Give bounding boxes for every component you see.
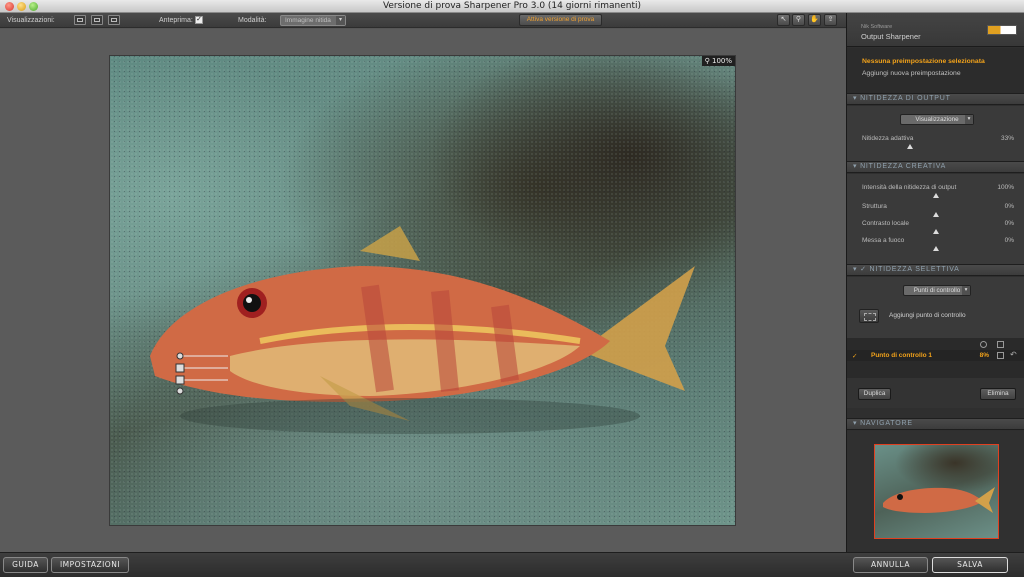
preview-image[interactable]: ⚲ 100% xyxy=(110,56,735,525)
navigator-thumbnail[interactable] xyxy=(874,444,999,539)
control-points-list: ✓ Punto di controllo 1 8% ↶ xyxy=(847,338,1024,378)
side-panel: Nik Software Output Sharpener Nessuna pr… xyxy=(846,13,1024,552)
section-selective-title: NITIDEZZA SELETTIVA xyxy=(869,266,960,273)
control-point-row[interactable]: ✓ Punto di controllo 1 8% ↶ xyxy=(847,350,1024,361)
control-point-tool-icon[interactable]: ⇪ xyxy=(824,14,837,26)
save-button[interactable]: SALVA xyxy=(932,557,1008,573)
presets-section: Nessuna preimpostazione selezionata Aggi… xyxy=(847,48,1024,93)
brand-header: Nik Software Output Sharpener xyxy=(847,13,1024,47)
duplicate-button[interactable]: Duplica xyxy=(858,388,891,400)
delete-button[interactable]: Elimina xyxy=(980,388,1016,400)
selective-enable-check[interactable]: ✓ xyxy=(860,266,867,273)
help-button[interactable]: GUIDA xyxy=(3,557,48,573)
output-display-value: Visualizzazione xyxy=(915,116,959,123)
app-window: Versione di prova Sharpener Pro 3.0 (14 … xyxy=(0,0,1024,577)
chevron-down-icon: ▾ xyxy=(962,286,970,295)
single-view-button[interactable] xyxy=(74,15,86,25)
control-point-marker[interactable] xyxy=(173,346,233,396)
control-point-value: 8% xyxy=(979,352,989,359)
preview-checkbox[interactable]: ✓ xyxy=(195,16,203,24)
reset-icon[interactable]: ↶ xyxy=(1010,350,1017,359)
section-creative-title: NITIDEZZA CREATIVA xyxy=(860,163,947,170)
add-preset-link[interactable]: Aggiungi nuova preimpostazione xyxy=(862,70,961,77)
output-strength-label: Intensità della nitidezza di output xyxy=(862,184,957,191)
output-display-select[interactable]: Visualizzazione ▾ xyxy=(900,114,974,125)
activate-trial-button[interactable]: Attiva versione di prova xyxy=(519,14,602,26)
show-all-points-icon[interactable] xyxy=(980,341,987,348)
selected-preset[interactable]: Nessuna preimpostazione selezionata xyxy=(862,58,985,65)
structure-value: 0% xyxy=(1004,203,1014,210)
section-output-title: NITIDEZZA DI OUTPUT xyxy=(860,95,951,102)
zoom-value: 100% xyxy=(711,57,732,65)
split-view-button[interactable] xyxy=(91,15,103,25)
show-mask-icon[interactable] xyxy=(997,341,1004,348)
control-point-actions: Duplica Elimina xyxy=(847,378,1024,408)
pointer-tool-icon[interactable]: ↖ xyxy=(777,14,790,26)
window-title: Versione di prova Sharpener Pro 3.0 (14 … xyxy=(382,1,642,11)
settings-button[interactable]: IMPOSTAZIONI xyxy=(51,557,129,573)
chevron-down-icon: ▾ xyxy=(965,115,973,124)
zoom-tool-icon[interactable]: ⚲ xyxy=(792,14,805,26)
control-points-select-value: Punti di controllo xyxy=(913,287,961,294)
zoom-indicator[interactable]: ⚲ 100% xyxy=(701,56,735,66)
output-sharpening-body: Visualizzazione ▾ Nitidezza adattiva 33% xyxy=(847,106,1024,162)
hand-tool-icon[interactable]: ✋ xyxy=(808,14,821,26)
toolbar: Visualizzazioni: Anteprima: ✓ Modalità: … xyxy=(0,13,846,28)
control-point-name: Punto di controllo 1 xyxy=(871,352,933,359)
bottom-bar: GUIDA IMPOSTAZIONI ANNULLA SALVA xyxy=(0,552,1024,577)
side-by-side-view-button[interactable] xyxy=(108,15,120,25)
preview-label: Anteprima: xyxy=(159,17,193,24)
focus-slider[interactable] xyxy=(933,246,939,251)
nik-logo-icon xyxy=(987,25,1017,35)
adaptive-sharpness-slider[interactable] xyxy=(907,144,913,149)
brand-company: Nik Software xyxy=(861,24,893,30)
creative-sharpening-body: Intensità della nitidezza di output 100%… xyxy=(847,174,1024,265)
add-control-point-label: Aggiungi punto di controllo xyxy=(889,312,966,319)
focus-label: Messa a fuoco xyxy=(862,237,905,244)
mode-select-value: Immagine nitida xyxy=(285,17,331,24)
local-contrast-label: Contrasto locale xyxy=(862,220,909,227)
chevron-down-icon: ▾ xyxy=(336,16,345,25)
local-contrast-value: 0% xyxy=(1004,220,1014,227)
focus-value: 0% xyxy=(1004,237,1014,244)
output-strength-slider[interactable] xyxy=(933,193,939,198)
structure-label: Struttura xyxy=(862,203,887,210)
local-contrast-slider[interactable] xyxy=(933,229,939,234)
cancel-button[interactable]: ANNULLA xyxy=(853,557,928,573)
control-point-visible-check[interactable]: ✓ xyxy=(852,352,857,360)
brand-product: Output Sharpener xyxy=(861,32,921,41)
output-strength-value: 100% xyxy=(997,184,1014,191)
structure-slider[interactable] xyxy=(933,212,939,217)
section-navigator-title: NAVIGATORE xyxy=(860,420,913,427)
add-control-point-button[interactable] xyxy=(859,309,879,323)
control-points-select[interactable]: Punti di controllo ▾ xyxy=(903,285,971,296)
control-point-mask-icon[interactable] xyxy=(997,352,1004,359)
navigator-fish-thumb xyxy=(883,487,995,513)
adaptive-sharpness-label: Nitidezza adattiva xyxy=(862,135,914,142)
title-bar: Versione di prova Sharpener Pro 3.0 (14 … xyxy=(0,0,1024,13)
mode-label: Modalità: xyxy=(238,17,267,24)
views-label: Visualizzazioni: xyxy=(7,17,55,24)
mode-select[interactable]: Immagine nitida ▾ xyxy=(280,15,346,26)
section-creative-sharpening[interactable]: ▾ NITIDEZZA CREATIVA xyxy=(847,161,1024,173)
adaptive-sharpness-value: 33% xyxy=(1000,135,1014,142)
section-output-sharpening[interactable]: ▾ NITIDEZZA DI OUTPUT xyxy=(847,93,1024,105)
section-navigator[interactable]: ▾ NAVIGATORE xyxy=(847,418,1024,430)
section-selective-sharpening[interactable]: ▾ ✓ NITIDEZZA SELETTIVA xyxy=(847,264,1024,276)
fish-image xyxy=(150,226,695,434)
